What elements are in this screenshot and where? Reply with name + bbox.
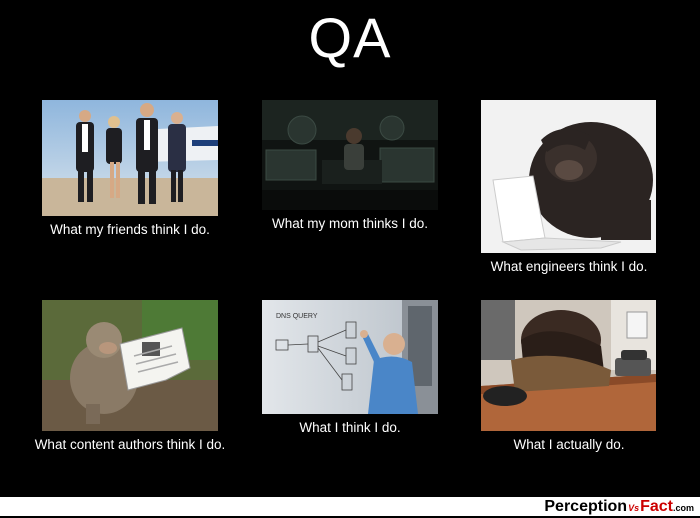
caption-actually: What I actually do. — [513, 437, 625, 452]
brand-logo[interactable]: PerceptionVsFact.com — [544, 497, 694, 516]
photo-mom — [262, 100, 438, 210]
caption-content-authors: What content authors think I do. — [34, 437, 226, 452]
photo-content-authors — [42, 300, 218, 431]
brand-tld: .com — [672, 503, 694, 513]
caption-i-think: What I think I do. — [299, 420, 401, 435]
caption-engineers: What engineers think I do. — [490, 259, 648, 274]
meme-title: QA — [308, 6, 392, 69]
brand-part2: Fact — [640, 498, 673, 515]
photo-engineers — [481, 100, 656, 253]
diagram-dns-query-label: DNS QUERY — [276, 313, 318, 320]
caption-friends: What my friends think I do. — [50, 222, 210, 237]
brand-vs: Vs — [628, 503, 640, 513]
caption-mom: What my mom thinks I do. — [271, 216, 429, 231]
photo-i-think: DNS QUERY — [262, 300, 438, 414]
photo-friends — [42, 100, 218, 216]
footer-bar: PerceptionVsFact.com — [0, 497, 700, 516]
photo-actually — [481, 300, 656, 431]
brand-part1: Perception — [544, 498, 628, 515]
